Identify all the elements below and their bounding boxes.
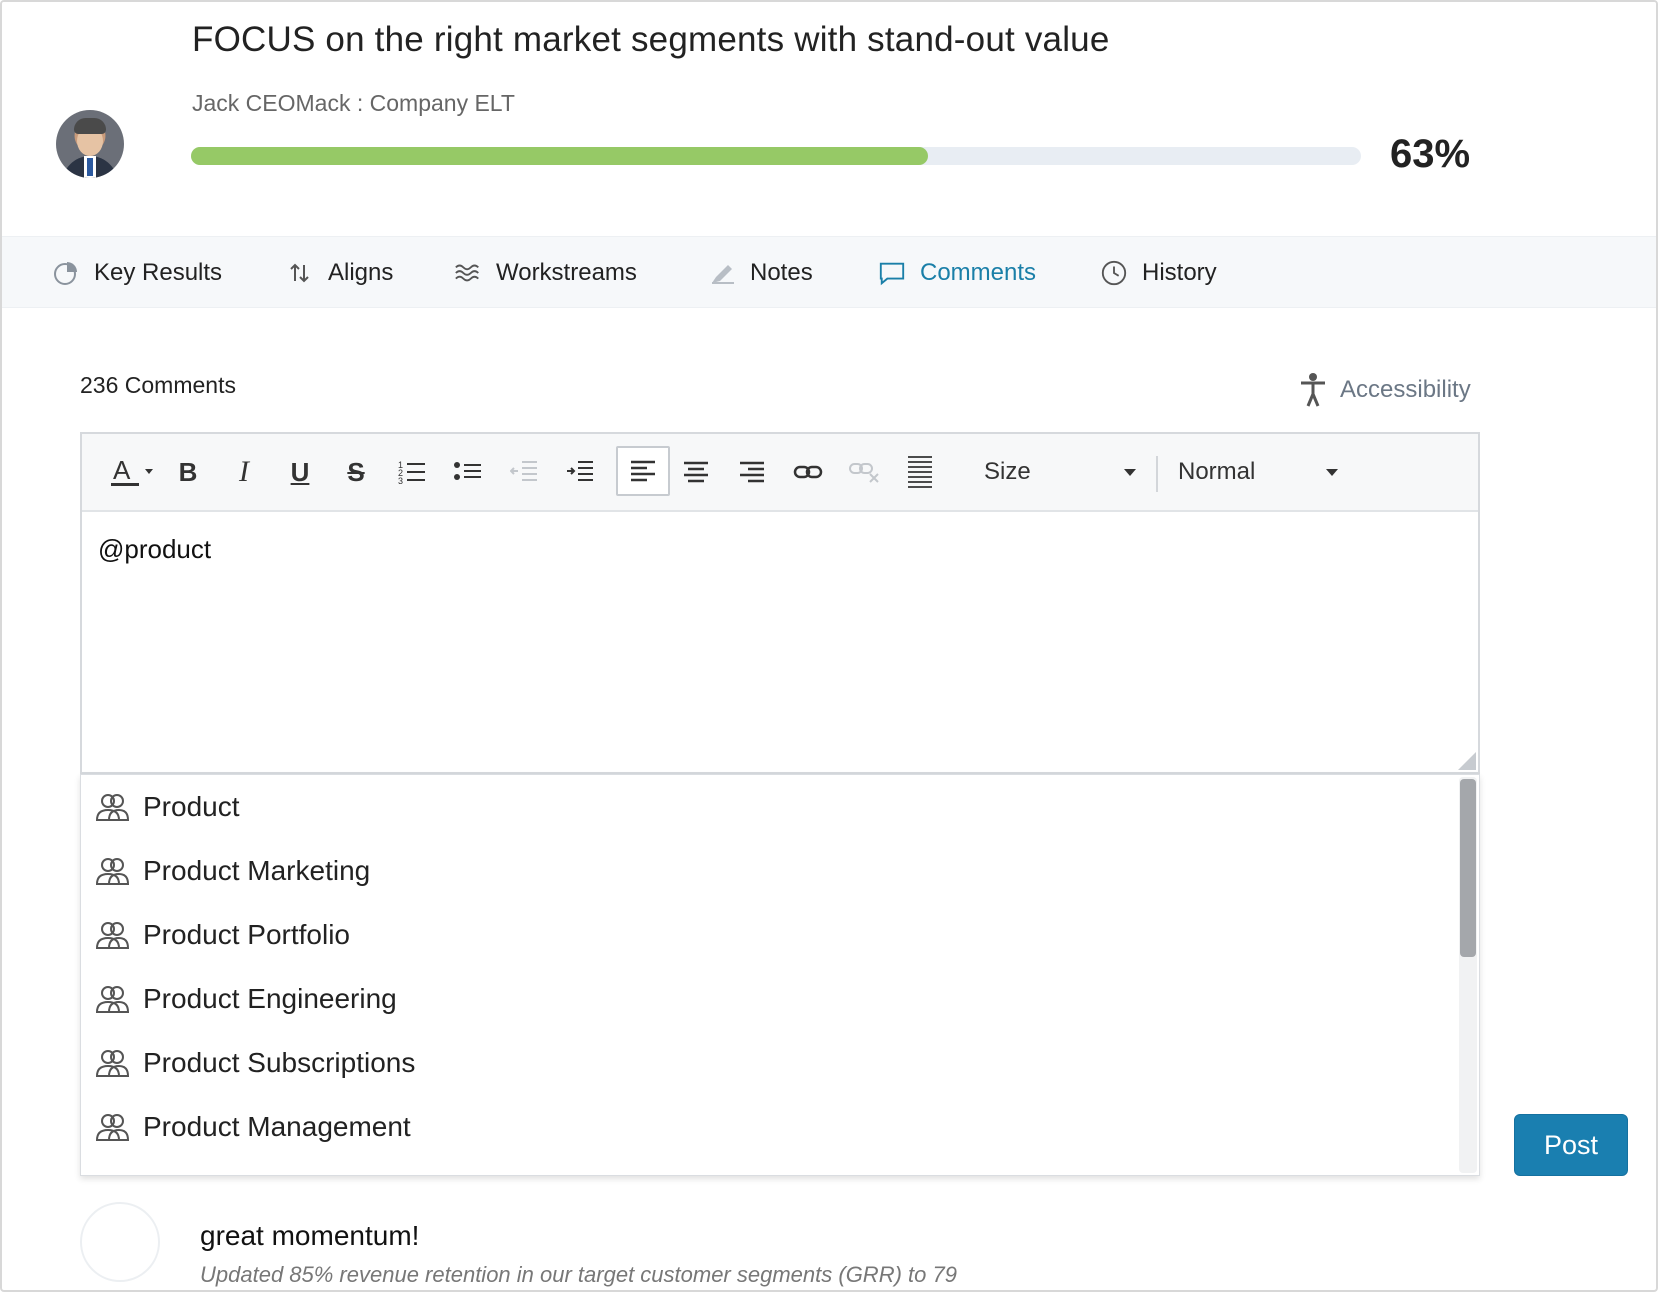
indent-icon xyxy=(567,461,593,481)
remove-link-button[interactable] xyxy=(842,450,886,494)
outdent-button[interactable] xyxy=(502,450,546,494)
underline-button[interactable]: U xyxy=(278,450,322,494)
comment-update-text: Updated 85% revenue retention in our tar… xyxy=(200,1262,957,1287)
tab-label: Key Results xyxy=(94,259,223,286)
format-select[interactable]: Normal xyxy=(1178,450,1358,494)
mention-suggestion-item[interactable]: Product Portfolio xyxy=(95,905,350,965)
align-left-button[interactable] xyxy=(616,446,670,496)
ordered-list-icon: 123 xyxy=(398,460,425,485)
speech-bubble-icon xyxy=(878,259,906,287)
mention-suggestion-label: Product Engineering xyxy=(143,983,397,1014)
mention-suggestion-label: Product Management xyxy=(143,1111,411,1142)
ordered-list-button[interactable]: 123 xyxy=(390,450,434,494)
align-left-icon xyxy=(631,460,655,482)
horizontal-rule-button[interactable] xyxy=(898,450,942,494)
font-size-select[interactable]: Size xyxy=(984,450,1144,494)
align-right-icon xyxy=(740,461,764,483)
tab-history[interactable]: History xyxy=(1100,237,1217,309)
tab-label: Comments xyxy=(920,259,1037,286)
pie-chart-icon xyxy=(52,259,80,287)
align-center-button[interactable] xyxy=(674,450,718,494)
mention-suggestion-item[interactable]: Product xyxy=(95,777,240,837)
bold-icon: B xyxy=(178,456,198,487)
mention-suggestion-label: Product xyxy=(143,791,240,822)
tab-bar: Key Results Aligns Workstreams Notes Com… xyxy=(2,236,1656,308)
commenter-avatar[interactable] xyxy=(80,1202,160,1282)
tab-workstreams[interactable]: Workstreams xyxy=(454,237,637,309)
mention-suggestion-item[interactable]: Product Management xyxy=(95,1097,411,1157)
format-select-value: Normal xyxy=(1178,458,1256,485)
objective-header: FOCUS on the right market segments with … xyxy=(2,2,1656,236)
scrollbar[interactable] xyxy=(1459,777,1477,1173)
svg-text:A: A xyxy=(113,455,131,485)
group-icon xyxy=(95,790,130,824)
group-icon xyxy=(95,982,130,1016)
bold-button[interactable]: B xyxy=(166,450,210,494)
objective-detail-panel: FOCUS on the right market segments with … xyxy=(0,0,1658,1292)
progress-percent: 63% xyxy=(1390,132,1471,176)
mention-suggestions: Product Product Marketing Product Portfoli… xyxy=(80,774,1480,1176)
tab-comments[interactable]: Comments xyxy=(878,237,1036,309)
tab-aligns[interactable]: Aligns xyxy=(286,237,393,309)
objective-title: FOCUS on the right market segments with … xyxy=(192,20,1110,59)
unlink-icon xyxy=(849,463,879,483)
comment-text: great momentum! xyxy=(200,1220,420,1251)
comments-count: 236 Comments xyxy=(80,372,236,398)
strikethrough-icon: S xyxy=(347,456,365,487)
mention-suggestion-label: Product Marketing xyxy=(143,855,371,886)
align-center-icon xyxy=(684,461,708,483)
font-size-select-value: Size xyxy=(984,458,1031,485)
chevron-down-icon xyxy=(1326,468,1338,476)
accessibility-link[interactable]: Accessibility xyxy=(1298,372,1471,408)
indent-button[interactable] xyxy=(558,450,602,494)
mention-suggestion-item[interactable]: Product Marketing xyxy=(95,841,370,901)
waves-icon xyxy=(454,259,482,287)
italic-button[interactable]: I xyxy=(222,450,266,494)
outdent-icon xyxy=(510,461,537,481)
mention-suggestion-item[interactable]: Product Subscriptions xyxy=(95,1033,415,1093)
objective-owner[interactable]: Jack CEOMack : Company ELT xyxy=(192,90,515,117)
clock-icon xyxy=(1100,259,1128,287)
tab-label: History xyxy=(1142,259,1217,286)
align-arrows-icon xyxy=(286,259,314,287)
progress-bar-fill xyxy=(191,147,929,165)
group-icon xyxy=(95,1110,130,1144)
group-icon xyxy=(95,918,130,952)
bullet-list-button[interactable] xyxy=(446,450,490,494)
group-icon xyxy=(95,1046,130,1080)
mention-suggestion-label: Product Subscriptions xyxy=(143,1047,416,1078)
scrollbar-thumb[interactable] xyxy=(1460,779,1476,957)
comment-input[interactable]: @product xyxy=(98,534,211,565)
chevron-down-icon xyxy=(1124,468,1136,476)
comment-editor: A B I U S 123 Size Normal @product xyxy=(80,432,1480,774)
svg-text:3: 3 xyxy=(398,476,403,485)
align-right-button[interactable] xyxy=(730,450,774,494)
owner-avatar[interactable] xyxy=(56,110,124,178)
tab-key-results[interactable]: Key Results xyxy=(52,237,222,309)
toolbar-divider xyxy=(1156,456,1158,492)
link-icon xyxy=(793,465,823,479)
editor-toolbar: A B I U S 123 Size Normal xyxy=(82,434,1478,512)
mention-suggestion-item[interactable]: Product Engineering xyxy=(95,969,397,1029)
underline-icon: U xyxy=(290,456,310,487)
accessibility-icon xyxy=(1298,372,1328,408)
resize-handle[interactable] xyxy=(1458,752,1476,770)
strikethrough-button[interactable]: S xyxy=(334,450,378,494)
mention-suggestion-label: Product Portfolio xyxy=(143,919,350,950)
horizontal-rule-icon xyxy=(908,456,932,488)
accessibility-label: Accessibility xyxy=(1340,376,1471,403)
tab-label: Workstreams xyxy=(496,259,637,286)
font-color-button[interactable]: A xyxy=(106,450,162,494)
pen-icon xyxy=(708,259,736,287)
bullet-list-icon xyxy=(454,462,481,480)
tab-notes[interactable]: Notes xyxy=(708,237,813,309)
progress-bar xyxy=(191,147,1361,165)
insert-link-button[interactable] xyxy=(786,450,830,494)
group-icon xyxy=(95,854,130,888)
italic-icon: I xyxy=(239,455,249,488)
tab-label: Notes xyxy=(750,259,813,286)
tab-label: Aligns xyxy=(328,259,394,286)
post-button[interactable]: Post xyxy=(1514,1114,1628,1176)
